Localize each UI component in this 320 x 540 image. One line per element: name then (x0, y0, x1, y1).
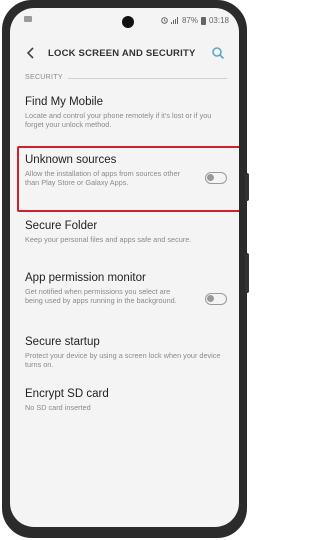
screen: 87% 03:18 LOCK SCREEN AND SECURITY SECUR… (10, 8, 239, 527)
power-button (245, 253, 249, 293)
clock: 03:18 (208, 16, 229, 25)
page-title: LOCK SCREEN AND SECURITY (48, 48, 196, 59)
toggle-knob (207, 295, 214, 302)
setting-title: Secure Folder (25, 220, 98, 232)
alarm-icon (161, 17, 168, 24)
battery-icon (200, 16, 206, 25)
phone-frame: 87% 03:18 LOCK SCREEN AND SECURITY SECUR… (2, 0, 249, 538)
setting-subtitle: No SD card inserted (25, 403, 91, 412)
setting-secure-startup[interactable]: Secure startup Protect your device by us… (25, 336, 227, 370)
highlight-box (17, 146, 239, 212)
setting-title: Secure startup (25, 336, 100, 348)
volume-button (245, 173, 249, 201)
status-icons: 87% 03:18 (161, 16, 229, 25)
status-bar: 87% 03:18 (10, 8, 239, 32)
section-label: SECURITY (25, 74, 63, 81)
front-camera (122, 16, 134, 28)
setting-title: App permission monitor (25, 272, 146, 284)
search-icon[interactable] (211, 46, 225, 60)
chevron-left-icon[interactable] (24, 46, 38, 60)
signal-icon (170, 17, 179, 24)
setting-subtitle: Locate and control your phone remotely i… (25, 111, 212, 130)
setting-subtitle: Get notified when permissions you select… (25, 287, 177, 306)
section-divider (68, 78, 227, 79)
app-bar: LOCK SCREEN AND SECURITY (10, 36, 239, 70)
setting-find-my-mobile[interactable]: Find My Mobile Locate and control your p… (25, 96, 227, 130)
setting-title: Encrypt SD card (25, 388, 109, 400)
image-notification-icon (24, 16, 32, 22)
setting-secure-folder[interactable]: Secure Folder Keep your personal files a… (25, 220, 227, 244)
setting-subtitle: Keep your personal files and apps safe a… (25, 235, 192, 244)
setting-encrypt-sd-card[interactable]: Encrypt SD card No SD card inserted (25, 388, 227, 412)
setting-app-permission-monitor[interactable]: App permission monitor Get notified when… (25, 272, 227, 306)
battery-percent: 87% (181, 16, 198, 25)
setting-title: Find My Mobile (25, 96, 103, 108)
app-permission-monitor-toggle[interactable] (205, 293, 227, 305)
setting-subtitle: Protect your device by using a screen lo… (25, 351, 221, 370)
